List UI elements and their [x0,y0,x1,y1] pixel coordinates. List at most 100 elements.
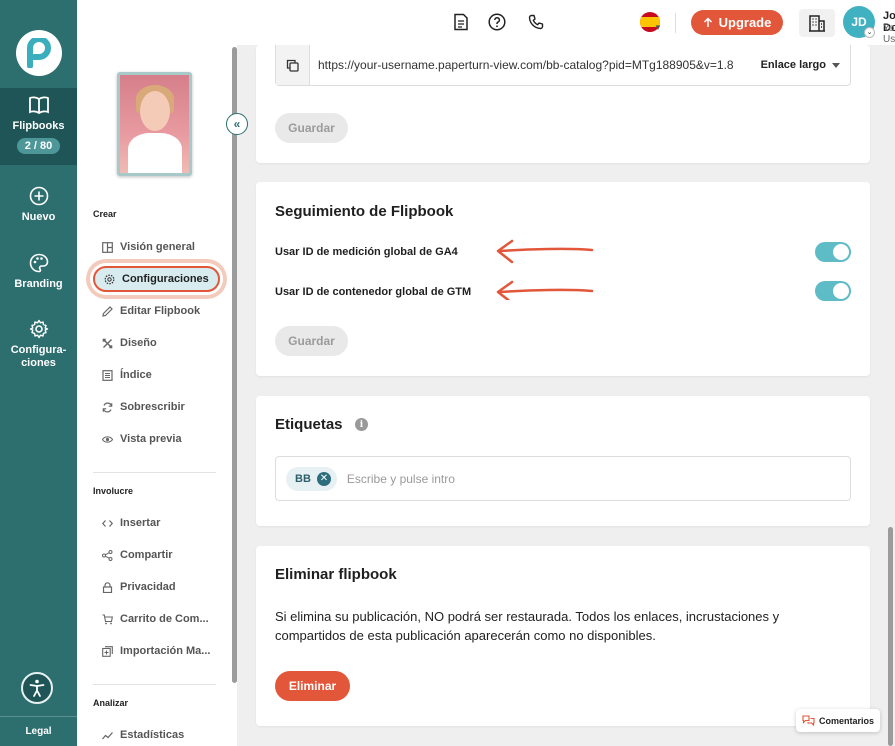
rail-item-branding[interactable]: Branding [0,253,77,291]
link-card: https://your-username.paperturn-view.com… [256,45,870,163]
avatar-chevron-icon[interactable]: ⌄ [864,27,875,38]
delete-flipbook-button[interactable]: Eliminar [275,671,350,701]
sidebar-item-design[interactable]: Diseño [102,332,157,354]
feedback-button[interactable]: Comentarios [796,709,880,732]
rail-label-flipbooks: Flipbooks [12,120,65,132]
tags-input[interactable]: BB ✕ Escribe y pulse intro [275,456,851,501]
refresh-icon [102,402,113,412]
tags-card-title: Etiquetas [275,416,343,433]
remove-tag-icon[interactable]: ✕ [316,471,331,486]
sidebar-item-label: Sobrescribir [120,401,185,413]
gear-icon [29,319,48,339]
sidebar-item-label: Estadísticas [120,729,185,741]
sidebar-item-settings[interactable]: Configuraciones [93,266,220,292]
gear-icon [104,274,115,284]
palette-icon [29,253,48,273]
flipbook-sidebar: Crear Visión general Configuraciones Edi… [77,45,237,746]
help-icon[interactable] [487,12,507,32]
sidebar-item-statistics[interactable]: Estadísticas [102,724,184,746]
copy-url-button[interactable] [276,45,310,85]
upgrade-label: Upgrade [718,15,772,30]
flipbook-url-value: https://your-username.paperturn-view.com… [318,58,734,72]
sidebar-item-preview[interactable]: Vista previa [102,428,182,450]
sidebar-item-overwrite[interactable]: Sobrescribir [102,396,185,418]
pencil-icon [102,305,113,317]
share-icon [102,549,113,561]
save-link-button[interactable]: Guardar [275,113,348,143]
delete-card-title: Eliminar flipbook [275,566,397,583]
delete-card: Eliminar flipbook Si elimina su publicac… [256,546,870,726]
accessibility-button[interactable] [21,672,53,704]
chat-bubbles-icon [802,715,815,726]
annotation-arrows-icon [496,239,594,300]
code-icon [102,519,113,527]
sidebar-item-bulk-import[interactable]: Importación Ma... [102,640,210,662]
sidebar-scroll-thumb[interactable] [232,47,237,683]
plus-circle-icon [29,186,48,206]
sidebar-item-share[interactable]: Compartir [102,544,173,566]
sidebar-item-label: Importación Ma... [120,645,211,657]
section-title-engage: Involucre [93,486,134,496]
arrow-up-icon [703,17,712,27]
phone-icon[interactable] [526,12,546,32]
legal-link[interactable]: Legal [0,716,77,746]
top-bar: ▼ Upgrade JD ⌄ John1 Doe Your Username [77,0,895,45]
tags-input-placeholder: Escribe y pulse intro [346,471,455,486]
sidebar-item-shopping-cart[interactable]: Carrito de Com... [102,608,209,630]
delete-warning-text: Si elimina su publicación, NO podrá ser … [275,609,780,643]
rail-label-settings: Configura- ciones [10,344,67,369]
rail-item-flipbooks[interactable]: Flipbooks 2 / 80 [0,88,77,165]
sidebar-item-index[interactable]: Índice [102,364,152,386]
rail-item-new[interactable]: Nuevo [0,186,77,224]
flipbook-count-badge: 2 / 80 [16,138,61,154]
open-book-icon [28,96,49,115]
overview-icon [102,241,113,253]
flipbook-thumbnail[interactable] [117,72,192,176]
document-icon[interactable] [451,12,471,32]
feedback-label: Comentarios [818,715,874,726]
building-icon [809,15,825,32]
tag-label: BB [295,472,311,485]
ga4-label: Usar ID de medición global de GA4 [275,246,458,258]
sidebar-item-overview[interactable]: Visión general [102,236,195,258]
main-scrollbar[interactable] [888,527,893,746]
sidebar-item-label: Índice [120,369,152,381]
sidebar-item-label: Compartir [120,549,173,561]
divider [675,13,676,33]
sidebar-item-label: Diseño [120,337,157,349]
sidebar-item-label: Vista previa [120,433,182,445]
save-tracking-button[interactable]: Guardar [275,326,348,356]
sidebar-item-label: Carrito de Com... [120,613,209,625]
rail-item-settings[interactable]: Configura- ciones [0,319,77,370]
sidebar-item-privacy[interactable]: Privacidad [102,576,176,598]
sidebar-item-edit-flipbook[interactable]: Editar Flipbook [102,300,200,322]
paperturn-logo[interactable] [16,30,62,76]
sidebar-item-embed[interactable]: Insertar [102,512,160,534]
collapse-sidebar-button[interactable]: « [226,113,248,135]
sidebar-scrollbar[interactable] [231,45,237,746]
organization-button[interactable] [799,9,835,37]
copy-icon [286,59,299,72]
chart-line-icon [102,731,113,739]
ga4-toggle[interactable] [815,242,851,262]
caret-down-icon [832,62,840,68]
tag-chip: BB ✕ [286,466,337,491]
main-navigation-rail: Flipbooks 2 / 80 Nuevo Branding Configur… [0,0,77,746]
tags-card: Etiquetas i BB ✕ Escribe y pulse intro [256,396,870,526]
link-type-select[interactable]: Enlace largo [761,59,840,71]
design-icon [102,338,113,348]
gtm-toggle[interactable] [815,281,851,301]
double-chevron-left-icon: « [233,117,241,131]
rail-label-branding: Branding [14,278,63,290]
lock-icon [102,581,113,593]
import-icon [102,645,113,657]
upgrade-button[interactable]: Upgrade [691,10,783,35]
flipbook-url-field[interactable]: https://your-username.paperturn-view.com… [275,45,851,86]
section-title-analyze: Analizar [93,698,129,708]
chevron-down-icon: ▼ [654,23,662,32]
accessibility-icon [29,679,45,697]
divider [93,684,216,685]
info-icon[interactable]: i [355,418,368,431]
cart-icon [102,613,113,624]
sidebar-item-label: Privacidad [120,581,176,593]
